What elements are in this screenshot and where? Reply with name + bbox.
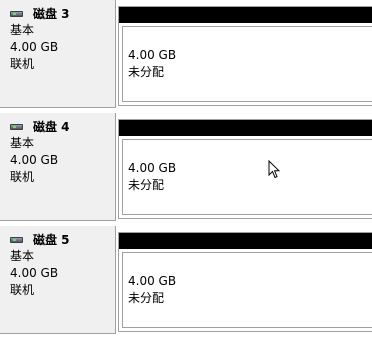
hard-disk-icon	[10, 236, 23, 245]
disk-label-panel[interactable]: 磁盘 5 基本 4.00 GB 联机	[0, 226, 116, 334]
partition-size: 4.00 GB	[128, 274, 177, 288]
unallocated-partition[interactable]: 4.00 GB 未分配	[122, 139, 372, 215]
partition-size: 4.00 GB	[128, 48, 177, 62]
mouse-pointer-icon	[268, 160, 280, 179]
disk-label-panel[interactable]: 磁盘 3 基本 4.00 GB 联机	[0, 0, 116, 108]
disk-title: 磁盘 3	[10, 6, 70, 22]
partition-status: 未分配	[128, 65, 165, 79]
disk-title: 磁盘 5	[10, 232, 70, 248]
disk-row-3[interactable]: 磁盘 3 基本 4.00 GB 联机 4.00 GB 未分配	[0, 0, 372, 112]
partition-header-bar	[119, 7, 372, 23]
unallocated-partition[interactable]: 4.00 GB 未分配	[122, 26, 372, 102]
partition-size: 4.00 GB	[128, 161, 177, 175]
disk-status: 联机	[10, 283, 35, 297]
disk-size: 4.00 GB	[10, 40, 59, 54]
partition-status: 未分配	[128, 291, 165, 305]
disk-row-5[interactable]: 磁盘 5 基本 4.00 GB 联机 4.00 GB 未分配	[0, 226, 372, 338]
hard-disk-icon	[10, 10, 23, 19]
disk-name: 磁盘 5	[33, 233, 70, 247]
disk-size: 4.00 GB	[10, 153, 59, 167]
partition-header-bar	[119, 120, 372, 136]
partition-status: 未分配	[128, 178, 165, 192]
disk-type: 基本	[10, 249, 35, 263]
disk-name: 磁盘 4	[33, 120, 70, 134]
disk-status: 联机	[10, 170, 35, 184]
partition-area: 4.00 GB 未分配	[118, 6, 372, 106]
partition-area: 4.00 GB 未分配	[118, 232, 372, 332]
disk-title: 磁盘 4	[10, 119, 70, 135]
unallocated-partition[interactable]: 4.00 GB 未分配	[122, 252, 372, 328]
disk-status: 联机	[10, 57, 35, 71]
disk-type: 基本	[10, 136, 35, 150]
disk-name: 磁盘 3	[33, 7, 70, 21]
hard-disk-icon	[10, 123, 23, 132]
disk-row-4[interactable]: 磁盘 4 基本 4.00 GB 联机 4.00 GB 未分配	[0, 113, 372, 225]
partition-header-bar	[119, 233, 372, 249]
disk-size: 4.00 GB	[10, 266, 59, 280]
disk-label-panel[interactable]: 磁盘 4 基本 4.00 GB 联机	[0, 113, 116, 221]
partition-area: 4.00 GB 未分配	[118, 119, 372, 219]
disk-type: 基本	[10, 23, 35, 37]
